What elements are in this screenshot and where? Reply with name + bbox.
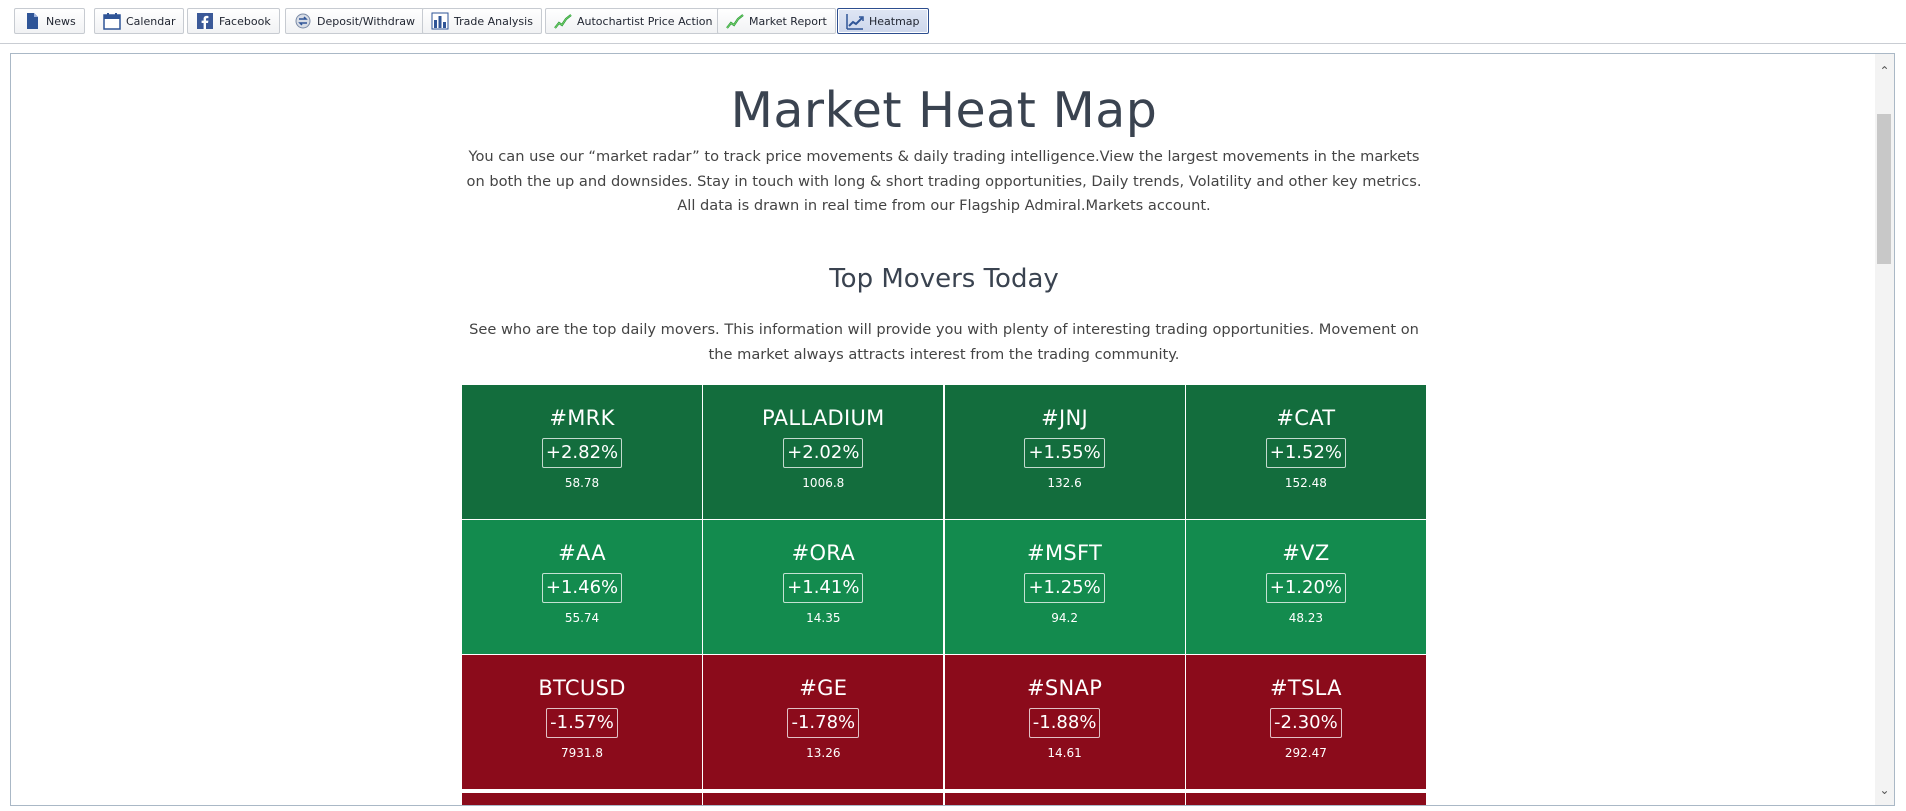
- heatmap-tile-partial[interactable]: [462, 793, 702, 805]
- heatmap-tile[interactable]: #AA +1.46% 55.74: [462, 520, 702, 654]
- content-frame: Market Heat Map You can use our “market …: [10, 53, 1895, 806]
- heatmap-tile-partial[interactable]: [944, 793, 1185, 805]
- tile-change: +1.25%: [1024, 573, 1105, 603]
- heatmap-tile[interactable]: PALLADIUM +2.02% 1006.8: [703, 385, 944, 519]
- tile-symbol: #CAT: [1276, 406, 1336, 430]
- tile-symbol: #SNAP: [1027, 676, 1103, 700]
- tile-change: +1.52%: [1265, 438, 1347, 468]
- tile-symbol: #AA: [558, 541, 606, 565]
- scroll-down-arrow-icon[interactable]: ⌄: [1875, 781, 1894, 799]
- tile-symbol: BTCUSD: [538, 676, 626, 700]
- heatmap-tile[interactable]: #MRK +2.82% 58.78: [462, 385, 702, 519]
- tile-symbol: #VZ: [1282, 541, 1330, 565]
- heatmap-grid: #MRK +2.82% 58.78 PALLADIUM +2.02% 1006.…: [462, 385, 1426, 789]
- tile-price: 94.2: [1051, 611, 1078, 625]
- heatmap-tile[interactable]: #MSFT +1.25% 94.2: [944, 520, 1185, 654]
- tile-price: 292.47: [1284, 746, 1327, 760]
- tile-change: -1.88%: [1028, 708, 1101, 738]
- vertical-scrollbar[interactable]: ⌃ ⌄: [1875, 54, 1894, 805]
- tile-change: +1.41%: [783, 573, 864, 603]
- calendar-label: Calendar: [126, 14, 176, 28]
- heatmap-button[interactable]: Heatmap: [837, 8, 929, 34]
- page-content: Market Heat Map You can use our “market …: [11, 54, 1877, 805]
- tile-change: +1.20%: [1265, 573, 1347, 603]
- toolbar: News Calendar Facebook Deposit/Withdraw …: [0, 0, 1906, 44]
- tile-symbol: #ORA: [791, 541, 856, 565]
- news-label: News: [46, 14, 76, 28]
- heatmap-tile[interactable]: #GE -1.78% 13.26: [703, 655, 944, 789]
- tile-price: 14.35: [806, 611, 841, 625]
- page-title: Market Heat Map: [730, 82, 1158, 139]
- heatmap-tile[interactable]: #ORA +1.41% 14.35: [703, 520, 944, 654]
- tile-symbol: #GE: [799, 676, 848, 700]
- facebook-label: Facebook: [219, 14, 271, 28]
- scrollbar-thumb[interactable]: [1877, 114, 1891, 264]
- tile-symbol: #MRK: [549, 406, 615, 430]
- tile-symbol: #MSFT: [1027, 541, 1103, 565]
- tile-change: +2.82%: [541, 438, 623, 468]
- tile-price: 132.6: [1047, 476, 1082, 490]
- autochartist-button[interactable]: Autochartist Price Action: [545, 8, 722, 34]
- tile-change: +1.46%: [541, 573, 623, 603]
- heatmap-tile[interactable]: #JNJ +1.55% 132.6: [944, 385, 1185, 519]
- deposit-withdraw-label: Deposit/Withdraw: [317, 14, 415, 28]
- heatmap-tile[interactable]: BTCUSD -1.57% 7931.8: [462, 655, 702, 789]
- tile-price: 7931.8: [561, 746, 603, 760]
- heatmap-tile[interactable]: #VZ +1.20% 48.23: [1185, 520, 1426, 654]
- facebook-button[interactable]: Facebook: [187, 8, 280, 34]
- market-report-label: Market Report: [749, 14, 827, 28]
- heatmap-next-row-partial: [462, 793, 1426, 805]
- scroll-up-arrow-icon[interactable]: ⌃: [1875, 62, 1894, 80]
- heatmap-tile-partial[interactable]: [703, 793, 944, 805]
- autochartist-label: Autochartist Price Action: [577, 14, 713, 28]
- tile-change: +1.55%: [1024, 438, 1105, 468]
- tile-price: 13.26: [806, 746, 841, 760]
- exchange-icon: [295, 13, 311, 29]
- tile-change: -1.78%: [787, 708, 860, 738]
- trend-icon: [726, 14, 744, 29]
- tile-price: 14.61: [1047, 746, 1082, 760]
- tile-price: 58.78: [564, 476, 600, 490]
- tile-price: 152.48: [1284, 476, 1327, 490]
- tile-price: 1006.8: [802, 476, 845, 490]
- tile-change: +2.02%: [783, 438, 864, 468]
- heatmap-label: Heatmap: [869, 14, 920, 28]
- heatmap-tile[interactable]: #CAT +1.52% 152.48: [1185, 385, 1426, 519]
- calendar-icon: [103, 13, 121, 30]
- tile-price: 55.74: [564, 611, 600, 625]
- market-report-button[interactable]: Market Report: [717, 8, 836, 34]
- trade-analysis-button[interactable]: Trade Analysis: [422, 8, 542, 34]
- tile-price: 48.23: [1288, 611, 1324, 625]
- section-title: Top Movers Today: [829, 264, 1059, 294]
- deposit-withdraw-button[interactable]: Deposit/Withdraw: [285, 8, 424, 34]
- tile-change: -1.57%: [546, 708, 618, 738]
- tile-change: -2.30%: [1270, 708, 1342, 738]
- news-button[interactable]: News: [14, 8, 85, 34]
- trend-icon: [554, 14, 572, 29]
- tile-symbol: PALLADIUM: [762, 406, 885, 430]
- heatmap-icon: [846, 14, 864, 30]
- heatmap-tile[interactable]: #TSLA -2.30% 292.47: [1185, 655, 1426, 789]
- trade-analysis-label: Trade Analysis: [454, 14, 533, 28]
- section-description: See who are the top daily movers. This i…: [469, 321, 1419, 363]
- document-icon: [27, 13, 38, 29]
- tile-symbol: #JNJ: [1041, 406, 1089, 430]
- facebook-icon: [197, 13, 213, 29]
- tile-symbol: #TSLA: [1269, 676, 1342, 700]
- heatmap-tile[interactable]: #SNAP -1.88% 14.61: [944, 655, 1185, 789]
- heatmap-tile-partial[interactable]: [1185, 793, 1426, 805]
- bar-chart-icon: [431, 12, 449, 30]
- intro-text: You can use our “market radar” to track …: [466, 148, 1422, 214]
- calendar-button[interactable]: Calendar: [94, 8, 185, 34]
